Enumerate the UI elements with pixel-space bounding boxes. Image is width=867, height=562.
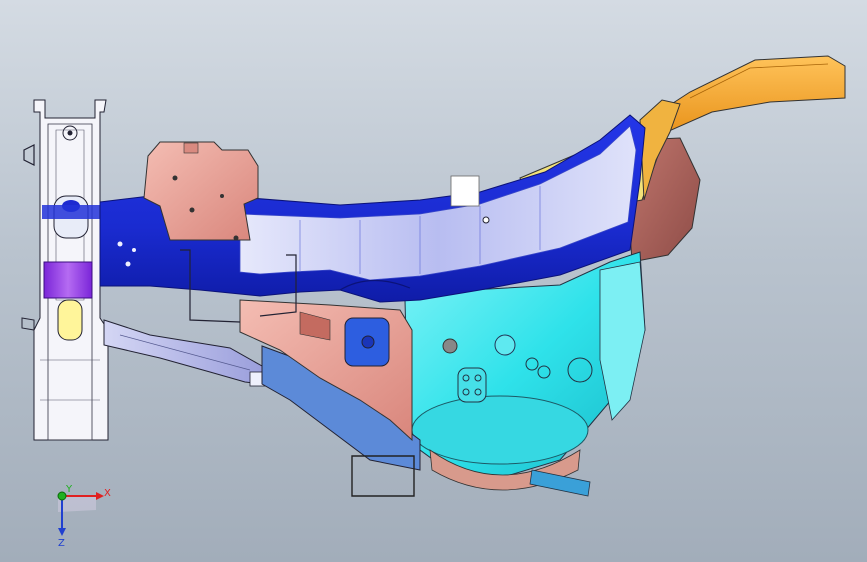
y-axis-label: Y xyxy=(65,484,73,495)
suspension-mount-bracket[interactable] xyxy=(239,299,421,497)
cad-3d-viewport[interactable]: X Y Z xyxy=(0,0,867,562)
y-axis-marker xyxy=(57,491,67,501)
front-frame-section[interactable] xyxy=(21,99,109,441)
vehicle-body-assembly-model[interactable]: X Y Z xyxy=(0,0,867,562)
x-axis-label: X xyxy=(104,488,111,499)
coordinate-triad: X Y Z xyxy=(57,484,111,549)
rear-rail-extension[interactable] xyxy=(649,55,846,136)
z-axis-label: Z xyxy=(58,538,65,549)
